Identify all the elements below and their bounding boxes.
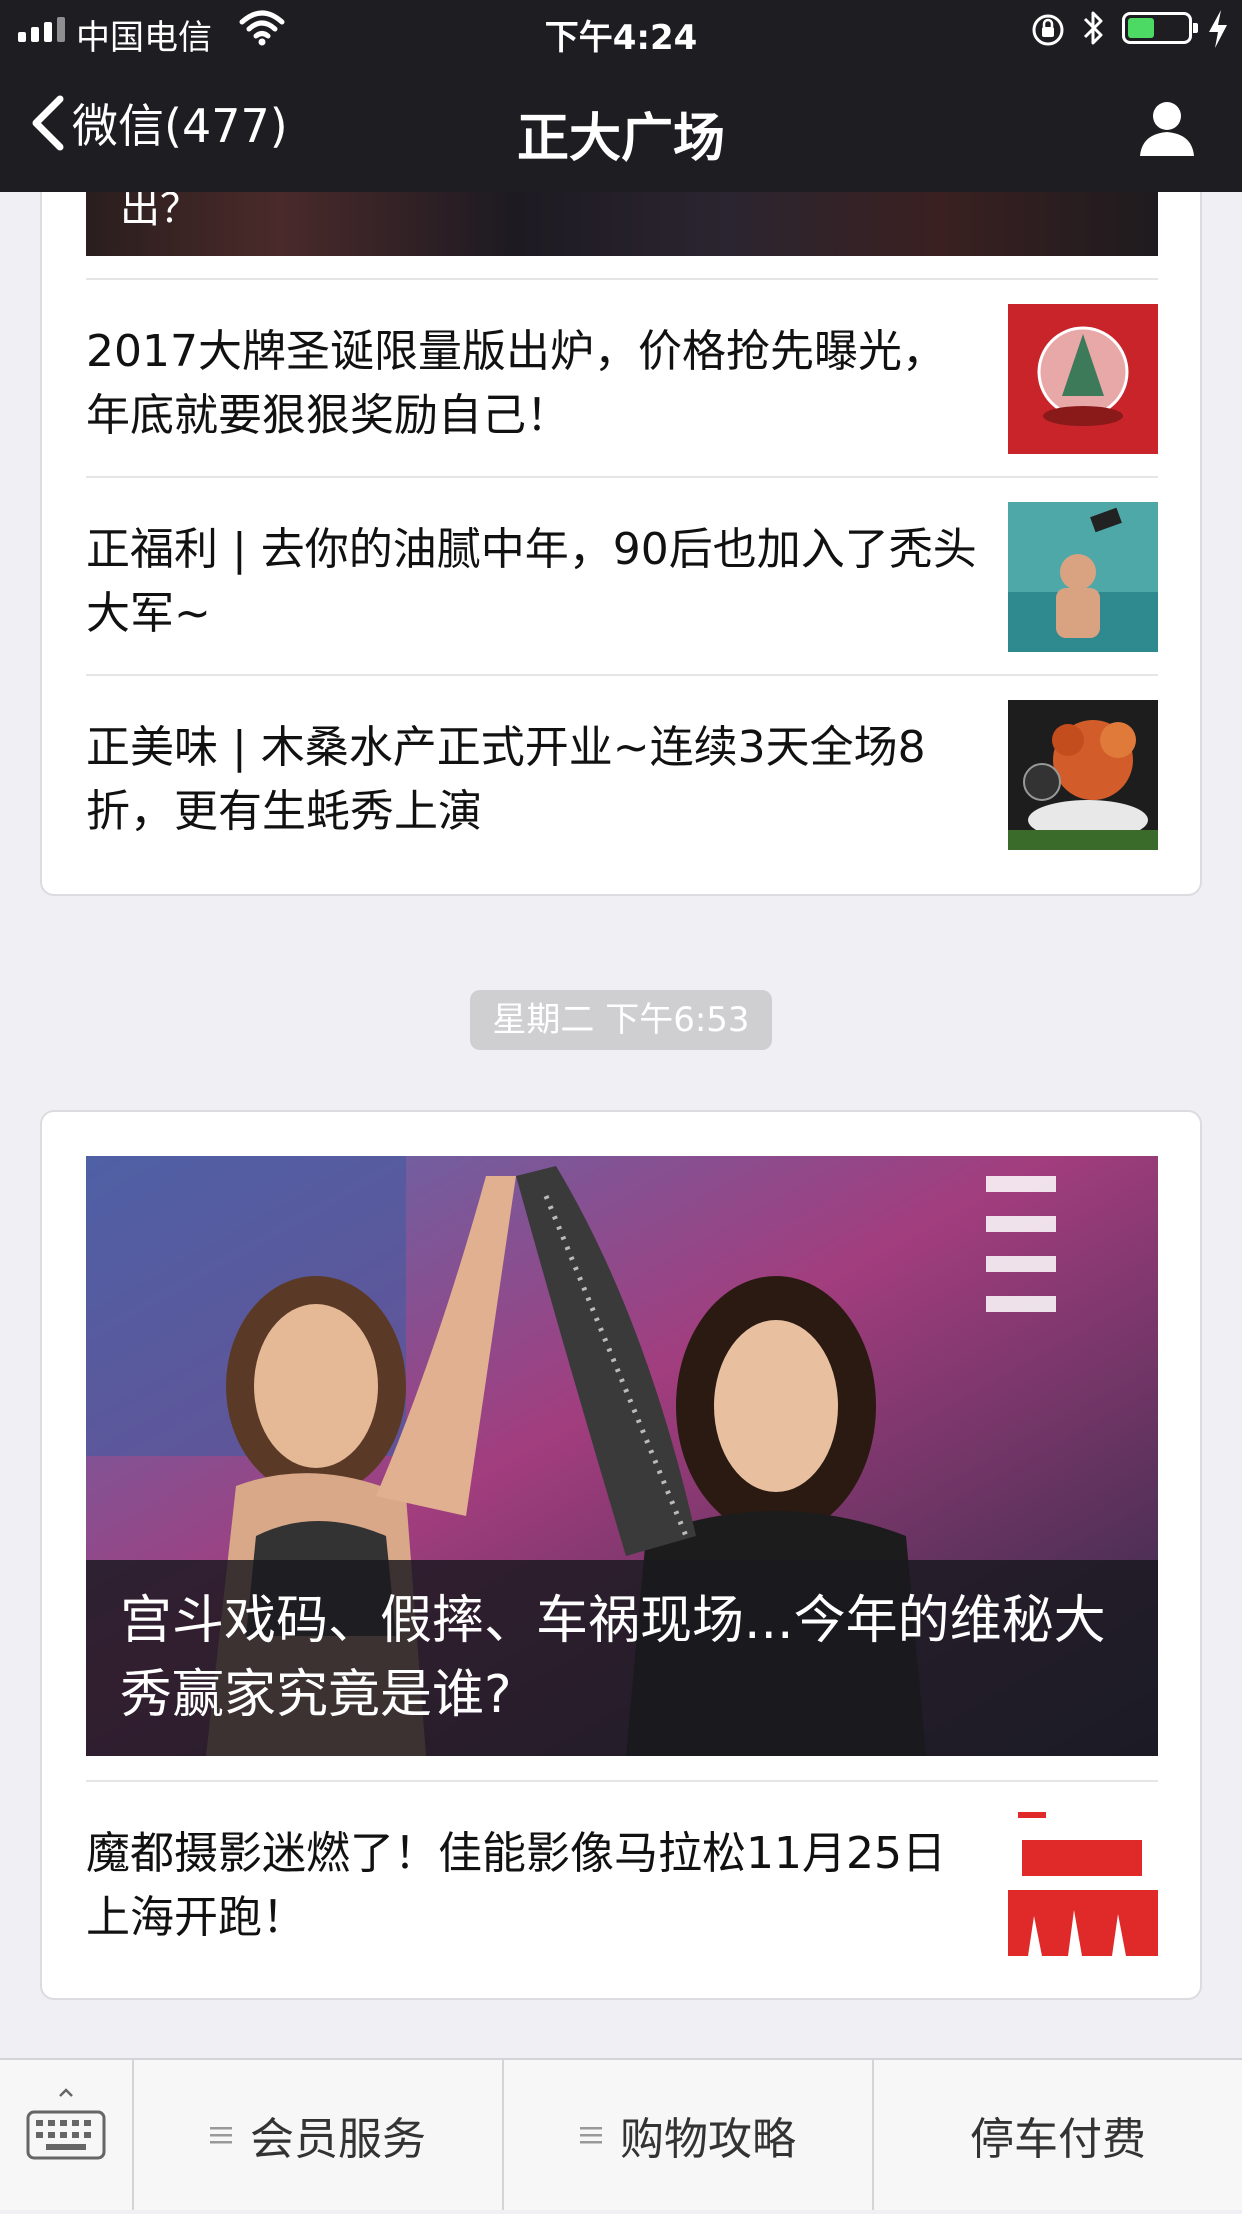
battery-fill bbox=[1128, 18, 1154, 38]
keyboard-toggle-button[interactable] bbox=[0, 2060, 134, 2210]
article-thumbnail bbox=[1008, 502, 1158, 652]
message-timestamp: 星期二 下午6:53 bbox=[470, 990, 772, 1050]
bluetooth-icon bbox=[1083, 11, 1103, 45]
article-item[interactable]: 2017大牌圣诞限量版出炉，价格抢先曝光，年底就要狠狠奖励自己！ bbox=[86, 278, 1158, 478]
article-thumbnail bbox=[1008, 1806, 1158, 1956]
hero-caption: 宫斗戏码、假摔、车祸现场...今年的维秘大秀赢家究竟是谁? bbox=[86, 1560, 1158, 1756]
article-card: 出？ 2017大牌圣诞限量版出炉，价格抢先曝光，年底就要狠狠奖励自己！ 正福利 … bbox=[40, 130, 1202, 896]
menu-icon bbox=[210, 2127, 232, 2144]
menu-item-label: 购物攻略 bbox=[620, 2114, 796, 2165]
bottom-menu-bar: 会员服务 购物攻略 停车付费 bbox=[0, 2058, 1242, 2210]
article-title: 2017大牌圣诞限量版出炉，价格抢先曝光，年底就要狠狠奖励自己！ bbox=[86, 326, 946, 441]
page-title: 正大广场 bbox=[516, 109, 725, 169]
article-card: 宫斗戏码、假摔、车祸现场...今年的维秘大秀赢家究竟是谁? 魔都摄影迷燃了！佳能… bbox=[40, 1110, 1202, 2000]
menu-item-member-service[interactable]: 会员服务 bbox=[134, 2060, 504, 2210]
article-title: 正美味 | 木桑水产正式开业~连续3天全场8折，更有生蚝秀上演 bbox=[86, 722, 926, 837]
article-thumbnail bbox=[1008, 304, 1158, 454]
article-title: 魔都摄影迷燃了！佳能影像马拉松11月25日上海开跑！ bbox=[86, 1828, 946, 1943]
charging-icon bbox=[1209, 10, 1227, 48]
nav-bar: 微信(477) 正大广场 bbox=[0, 62, 1242, 192]
profile-icon[interactable] bbox=[1136, 96, 1198, 158]
top-bar: 中国电信 下午4:24 微信(477) 正大广场 bbox=[0, 0, 1242, 192]
menu-item-label: 停车付费 bbox=[970, 2114, 1146, 2165]
article-item[interactable]: 正美味 | 木桑水产正式开业~连续3天全场8折，更有生蚝秀上演 bbox=[86, 674, 1158, 874]
menu-item-label: 会员服务 bbox=[250, 2114, 426, 2165]
status-bar: 中国电信 下午4:24 bbox=[0, 0, 1242, 62]
hero-title: 宫斗戏码、假摔、车祸现场...今年的维秘大秀赢家究竟是谁? bbox=[120, 1591, 1106, 1725]
menu-item-parking-payment[interactable]: 停车付费 bbox=[874, 2060, 1242, 2210]
rotation-lock-icon bbox=[1032, 14, 1064, 46]
hero-article[interactable]: 宫斗戏码、假摔、车祸现场...今年的维秘大秀赢家究竟是谁? bbox=[86, 1156, 1158, 1756]
battery-icon bbox=[1122, 12, 1198, 44]
article-item[interactable]: 正福利 | 去你的油腻中年，90后也加入了秃头大军~ bbox=[86, 476, 1158, 676]
article-item[interactable]: 魔都摄影迷燃了！佳能影像马拉松11月25日上海开跑！ bbox=[86, 1780, 1158, 1980]
menu-icon bbox=[580, 2127, 602, 2144]
article-title: 正福利 | 去你的油腻中年，90后也加入了秃头大军~ bbox=[86, 524, 977, 639]
menu-item-shopping-guide[interactable]: 购物攻略 bbox=[504, 2060, 874, 2210]
article-thumbnail bbox=[1008, 700, 1158, 850]
keyboard-icon bbox=[26, 2088, 106, 2160]
